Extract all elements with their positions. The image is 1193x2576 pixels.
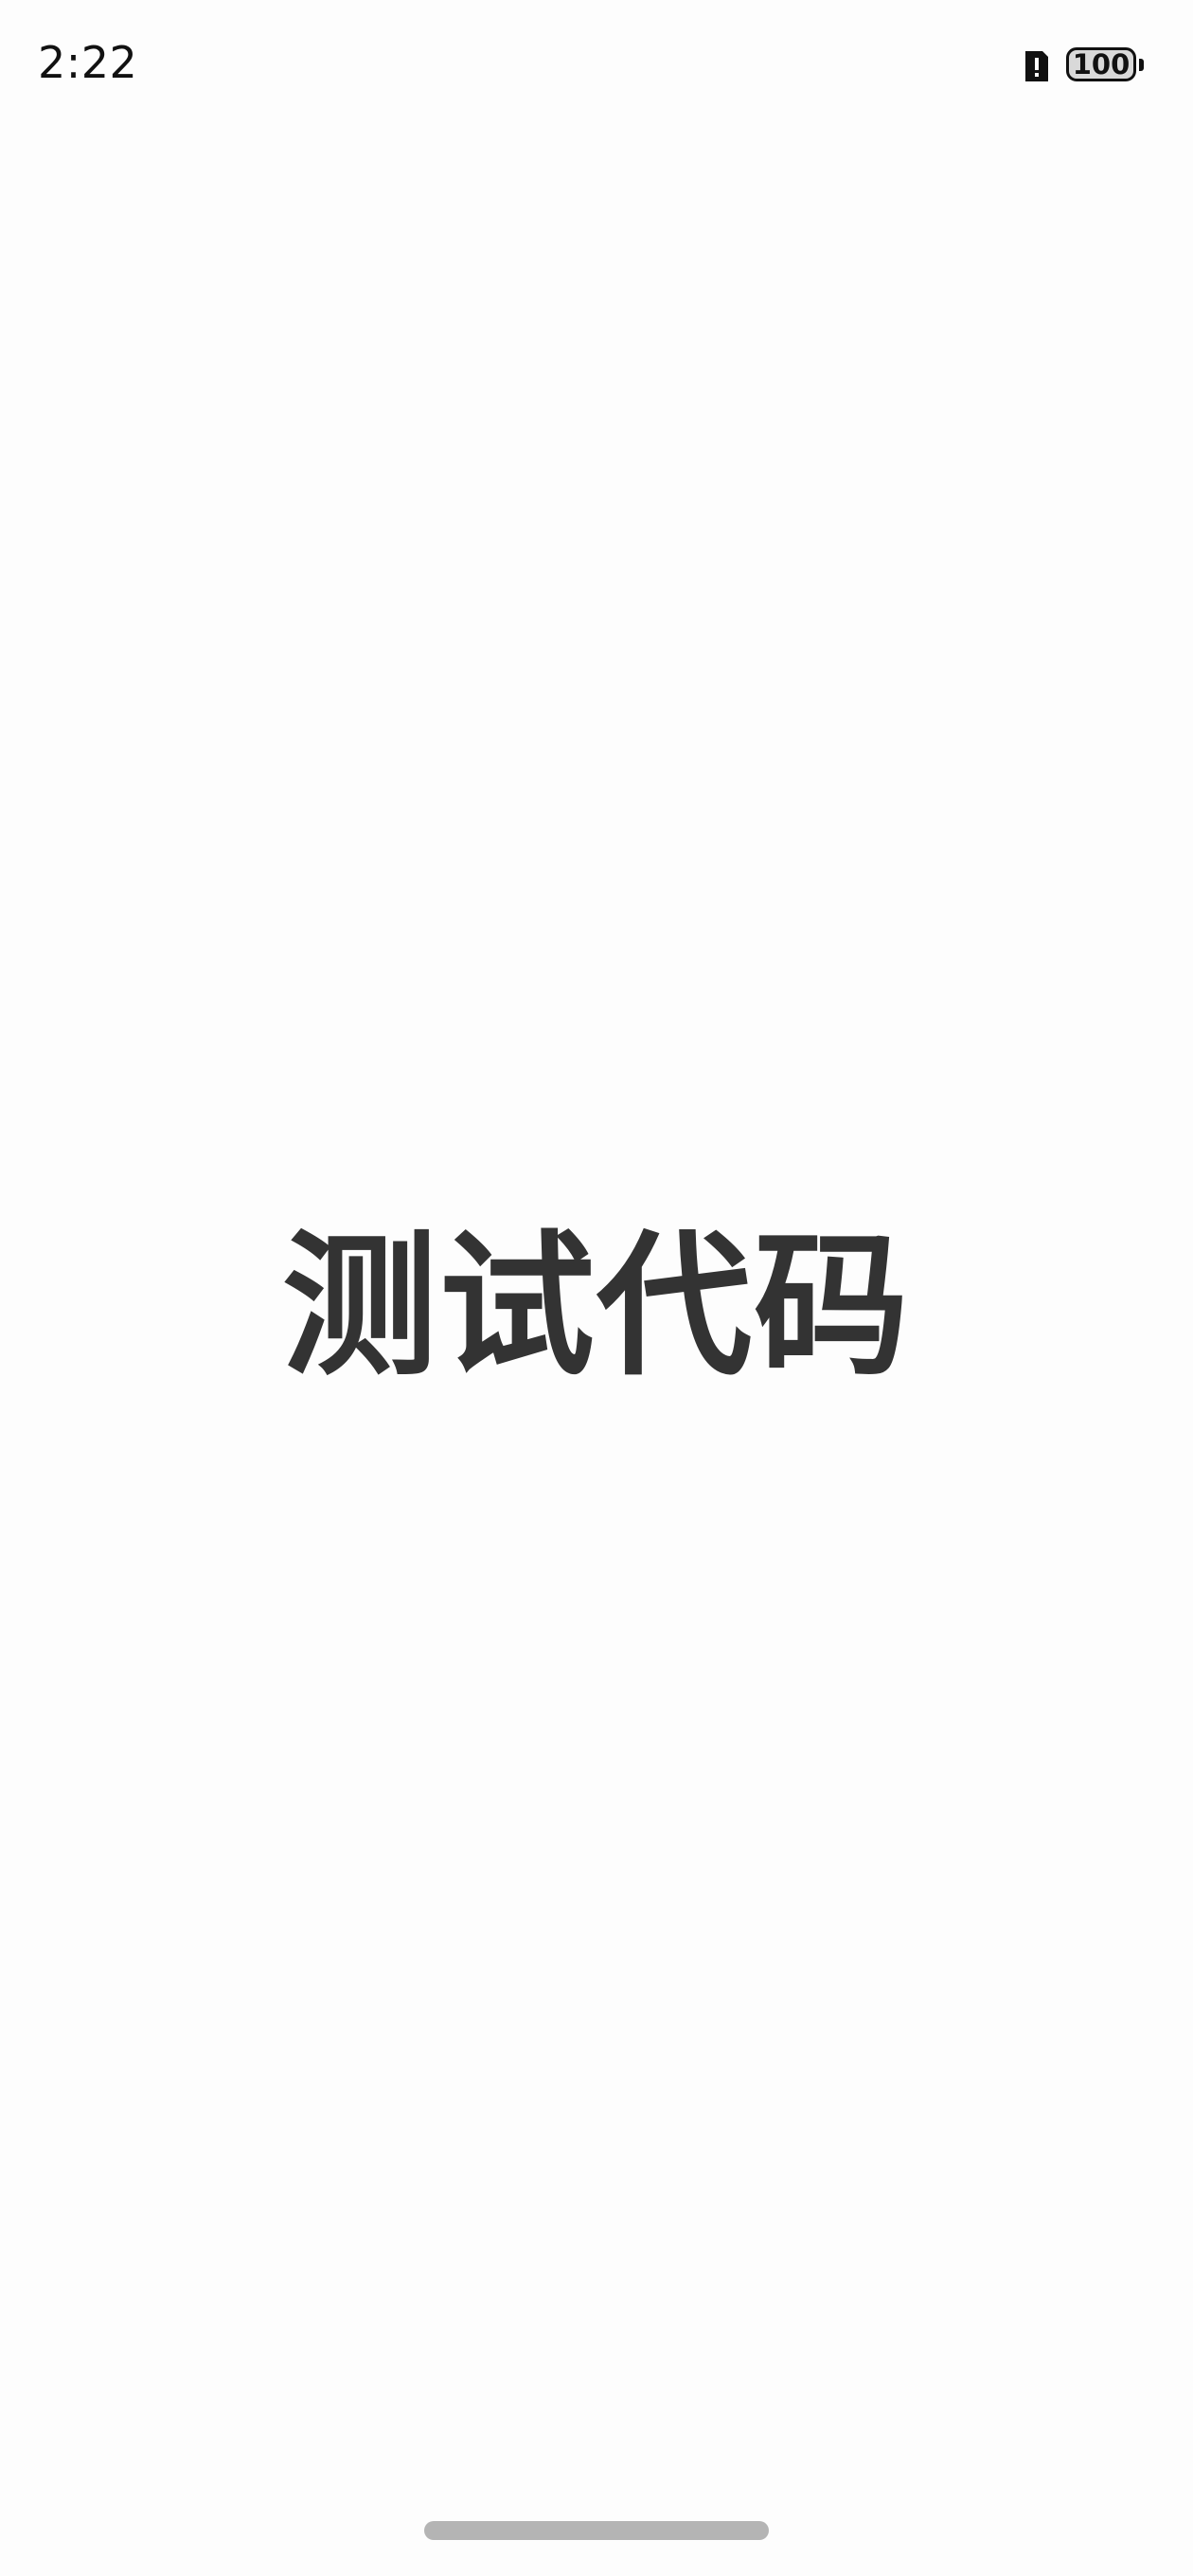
page-title: 测试代码: [281, 1216, 911, 1397]
sim-alert-icon: [1025, 51, 1048, 81]
home-indicator[interactable]: [424, 2521, 769, 2540]
status-time: 2:22: [38, 37, 138, 88]
battery-level: 100: [1072, 48, 1131, 80]
battery-icon: 100: [1066, 47, 1146, 87]
battery-tip: [1139, 59, 1144, 71]
app-screen: 2:22 100 测试代码: [0, 0, 1193, 2576]
status-bar: 2:22 100: [0, 0, 1193, 133]
